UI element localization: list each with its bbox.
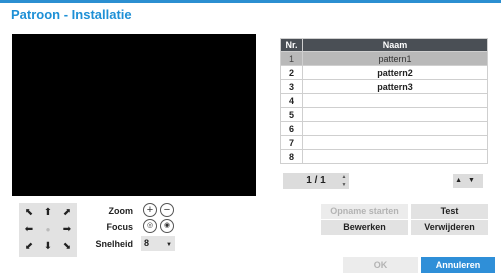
zoom-label: Zoom (108, 206, 134, 216)
row-name: pattern1 (302, 51, 488, 66)
row-number: 2 (280, 65, 303, 80)
row-number: 6 (280, 121, 303, 136)
arrow-down-left-icon[interactable]: ⬋ (21, 239, 37, 255)
table-row[interactable]: 4 (280, 93, 488, 108)
table-row[interactable]: 2 pattern2 (280, 65, 488, 80)
zoom-out-icon[interactable]: − (160, 203, 174, 217)
focus-label: Focus (106, 222, 133, 232)
move-down-icon[interactable]: ▼ (468, 177, 481, 184)
row-number: 1 (280, 51, 303, 66)
edit-button[interactable]: Bewerken (321, 220, 408, 235)
cancel-button[interactable]: Annuleren (421, 257, 495, 273)
test-button[interactable]: Test (411, 204, 488, 219)
dialog-title: Patroon - Installatie (11, 7, 132, 22)
page-spinner[interactable]: ▲ ▼ (340, 173, 348, 189)
top-accent-bar (0, 0, 501, 3)
row-name (302, 149, 488, 164)
chevron-down-icon[interactable]: ▼ (340, 181, 348, 189)
chevron-up-icon[interactable]: ▲ (340, 173, 348, 181)
row-name (302, 107, 488, 122)
row-number: 5 (280, 107, 303, 122)
zoom-in-icon[interactable]: + (143, 203, 157, 217)
center-dot-icon: ● (45, 225, 51, 234)
row-number: 3 (280, 79, 303, 94)
arrow-up-left-icon[interactable]: ⬉ (21, 205, 37, 221)
ptz-direction-pad: ⬉ ⬆ ⬈ ⬅ ● ➡ ⬋ ⬇ ⬊ (19, 203, 77, 257)
chevron-down-icon: ▼ (166, 242, 172, 248)
row-name (302, 135, 488, 150)
speed-value: 8 (144, 238, 150, 248)
row-number: 8 (280, 149, 303, 164)
focus-near-icon[interactable]: ◎ (143, 219, 157, 233)
arrow-down-right-icon[interactable]: ⬊ (59, 239, 75, 255)
row-name: pattern3 (302, 79, 488, 94)
delete-button[interactable]: Verwijderen (411, 220, 488, 235)
arrow-up-right-icon[interactable]: ⬈ (59, 205, 75, 221)
focus-far-icon[interactable]: ◉ (160, 219, 174, 233)
move-row-buttons: ▲▼ (453, 174, 483, 188)
record-start-button[interactable]: Opname starten (321, 204, 408, 219)
table-row[interactable]: 3 pattern3 (280, 79, 488, 94)
video-preview[interactable] (12, 34, 256, 196)
table-row[interactable]: 5 (280, 107, 488, 122)
move-up-icon[interactable]: ▲ (455, 177, 468, 184)
arrow-down-icon[interactable]: ⬇ (40, 239, 56, 255)
speed-label: Snelheid (95, 239, 133, 249)
row-number: 7 (280, 135, 303, 150)
row-name (302, 93, 488, 108)
table-row[interactable]: 8 (280, 149, 488, 164)
row-name (302, 121, 488, 136)
speed-select[interactable]: 8 ▼ (141, 236, 175, 251)
pattern-table: Nr. Naam 1 pattern1 2 pattern2 3 pattern… (280, 38, 488, 164)
row-name: pattern2 (302, 65, 488, 80)
arrow-up-icon[interactable]: ⬆ (40, 205, 56, 221)
ok-button[interactable]: OK (343, 257, 418, 273)
column-header-name[interactable]: Naam (302, 38, 488, 52)
table-row[interactable]: 6 (280, 121, 488, 136)
row-number: 4 (280, 93, 303, 108)
arrow-left-icon[interactable]: ⬅ (21, 222, 37, 238)
table-row[interactable]: 7 (280, 135, 488, 150)
column-header-nr[interactable]: Nr. (280, 38, 303, 52)
arrow-right-icon[interactable]: ➡ (59, 222, 75, 238)
table-row[interactable]: 1 pattern1 (280, 51, 488, 66)
